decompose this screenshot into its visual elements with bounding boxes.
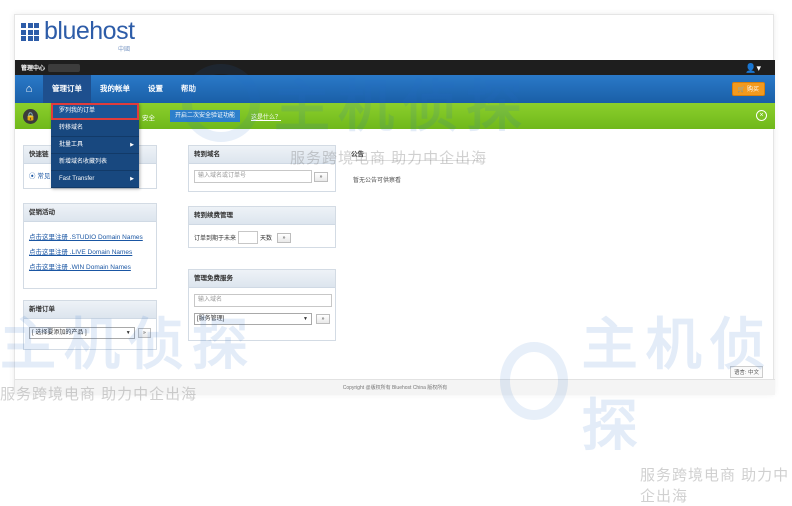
panel-body: [ 选择要添加的产品 ] ▼ » <box>24 319 156 345</box>
product-select[interactable]: [ 选择要添加的产品 ] ▼ <box>29 327 135 339</box>
free-service-row: [服务管理] ▼ » <box>194 313 330 325</box>
panel-title: 转到域名 <box>189 146 335 164</box>
nav-manage-orders[interactable]: 管理订单 <box>43 75 91 103</box>
service-select[interactable]: [服务管理] ▼ <box>194 313 312 325</box>
close-icon[interactable]: × <box>756 110 767 121</box>
main-nav: ⌂ 管理订单 我的帐单 设置 帮助 🛒 购买 <box>15 75 775 103</box>
panel-body: 订单到期于未来 天数 » <box>189 225 335 250</box>
enable-2fa-button[interactable]: 开启二次安全验证功能 <box>170 110 241 122</box>
security-text: 安全 <box>142 115 155 122</box>
menu-item-transfer-domain[interactable]: 转移域名 <box>51 120 139 137</box>
notice-title: 公告 <box>351 151 364 158</box>
promo-panel: 促销活动 点击这里注册 .STUDIO Domain Names 点击这里注册 … <box>23 203 157 289</box>
domain-search-input[interactable]: 输入域名或订单号 <box>194 170 312 183</box>
free-service-domain-input[interactable]: 输入域名 <box>194 294 332 307</box>
lock-icon: 🔒 <box>23 108 38 124</box>
app-window: bluehost 中國 管理中心 👤▾ ⌂ 管理订单 我的帐单 设置 帮助 🛒 … <box>14 14 775 395</box>
menu-item-label: 罗列我的订单 <box>59 108 96 114</box>
notice-text: 暂无公告可供察看 <box>353 178 402 184</box>
menu-item-label: Fast Transfer <box>59 176 95 182</box>
home-icon[interactable]: ⌂ <box>15 83 43 95</box>
logo-grid-icon <box>21 23 39 41</box>
menu-item-bulk-tools[interactable]: 批量工具 ▶ <box>51 137 139 154</box>
watermark-slogan: 服务跨境电商 助力中企出海 <box>640 467 790 505</box>
new-order-go-button[interactable]: » <box>137 328 151 338</box>
footer: Copyright @版权所有 Bluehost China 版权所有 <box>15 379 775 395</box>
cart-icon: 🛒 <box>737 87 746 93</box>
menu-item-list-orders[interactable]: 罗列我的订单 <box>51 103 139 120</box>
chevron-down-icon: ▼ <box>125 330 131 336</box>
renewal-panel: 转到续费管理 订单到期于未来 天数 » <box>188 206 336 248</box>
user-menu-icon[interactable]: 👤▾ <box>745 63 761 74</box>
manage-orders-dropdown: 罗列我的订单 转移域名 批量工具 ▶ 新增域名收藏列表 Fast Transfer… <box>51 103 139 188</box>
new-order-panel: 新增订单 [ 选择要添加的产品 ] ▼ » <box>23 300 157 350</box>
admin-bar: 管理中心 👤▾ <box>15 60 775 75</box>
menu-item-label: 新增域名收藏列表 <box>59 159 108 165</box>
cart-button-label: 购买 <box>746 87 759 93</box>
panel-body: 点击这里注册 .STUDIO Domain Names 点击这里注册 .LIVE… <box>24 222 156 281</box>
submenu-arrow-icon: ▶ <box>130 142 134 148</box>
nav-help[interactable]: 帮助 <box>172 75 205 103</box>
copyright-text: Copyright @版权所有 Bluehost China 版权所有 <box>342 385 448 391</box>
submenu-arrow-icon: ▶ <box>130 176 134 182</box>
select-value: [ 选择要添加的产品 ] <box>32 330 87 336</box>
quick-link-item[interactable]: 常见 <box>37 173 50 180</box>
divider <box>351 160 479 161</box>
nav-my-billing[interactable]: 我的帐单 <box>91 75 139 103</box>
bullet-icon: ⦿ <box>29 173 36 180</box>
cart-button[interactable]: 🛒 购买 <box>731 82 765 96</box>
goto-domain-button[interactable]: » <box>314 171 328 182</box>
admin-bar-title: 管理中心 <box>21 66 46 72</box>
logo-subtitle: 中國 <box>118 47 131 53</box>
chevron-down-icon: ▼ <box>303 316 308 322</box>
goto-domain-panel: 转到域名 输入域名或订单号 » <box>188 145 336 192</box>
panel-title: 新增订单 <box>24 301 156 319</box>
promo-link-studio[interactable]: 点击这里注册 .STUDIO Domain Names <box>29 230 151 245</box>
menu-item-label: 批量工具 <box>59 142 84 148</box>
renewal-days-input[interactable] <box>238 231 259 244</box>
what-is-this-link[interactable]: 这是什么？ <box>251 112 281 121</box>
select-value: [服务管理] <box>197 316 225 322</box>
panel-title: 促销活动 <box>24 204 156 222</box>
logo-text: bluehost <box>44 17 135 45</box>
free-services-panel: 管理免费服务 输入域名 [服务管理] ▼ » <box>188 269 336 341</box>
panel-title: 转到续费管理 <box>189 207 335 225</box>
renewal-days-label: 天数 <box>260 236 273 242</box>
redacted-username <box>48 63 81 72</box>
panel-title: 管理免费服务 <box>189 270 335 288</box>
renewal-label: 订单到期于未来 <box>194 236 237 242</box>
nav-settings[interactable]: 设置 <box>139 75 172 103</box>
menu-item-label: 转移域名 <box>59 125 84 131</box>
promo-link-win[interactable]: 点击这里注册 .WIN Domain Names <box>29 260 151 275</box>
renewal-go-button[interactable]: » <box>277 232 292 243</box>
language-selector[interactable]: 语言: 中文 <box>729 366 763 378</box>
panel-body: 输入域名 [服务管理] ▼ » <box>189 288 335 331</box>
panel-body: 输入域名或订单号 » <box>189 164 335 189</box>
promo-link-live[interactable]: 点击这里注册 .LIVE Domain Names <box>29 245 151 260</box>
free-service-go-button[interactable]: » <box>316 314 330 324</box>
menu-item-domain-watchlist[interactable]: 新增域名收藏列表 <box>51 154 139 171</box>
menu-item-fast-transfer[interactable]: Fast Transfer ▶ <box>51 171 139 188</box>
